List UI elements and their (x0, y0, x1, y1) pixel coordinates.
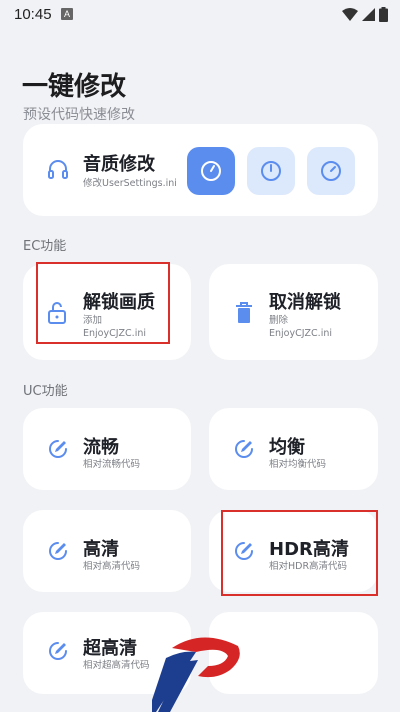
quality-mid-button[interactable] (247, 147, 295, 195)
uc-hdr-desc: 相对HDR高清代码 (269, 561, 348, 572)
signal-icon (362, 8, 375, 21)
cancel-unlock-desc-line1: 删除 (269, 315, 289, 326)
uc-hd-title: 高清 (83, 539, 119, 560)
gauge-icon (201, 161, 221, 181)
uc-smooth-card[interactable]: 流畅 相对流畅代码 (23, 408, 191, 490)
quality-low-button[interactable] (187, 147, 235, 195)
cancel-unlock-card[interactable]: 取消解锁 删除 EnjoyCJZC.ini (209, 264, 378, 360)
uc-ultra-hd-desc: 相对超高清代码 (83, 660, 150, 671)
edit-icon (49, 642, 67, 660)
page-title: 一键修改 (22, 72, 127, 102)
wifi-icon (342, 8, 358, 21)
edit-icon (49, 542, 67, 560)
notification-a-icon: A (61, 8, 73, 20)
unlock-quality-title: 解锁画质 (83, 292, 155, 313)
unlock-quality-card[interactable]: 解锁画质 添加 EnjoyCJZC.ini (23, 264, 191, 360)
page-subtitle: 预设代码快速修改 (23, 107, 135, 123)
padlock-icon (48, 302, 66, 324)
uc-balanced-title: 均衡 (269, 437, 305, 458)
status-bar: 10:45 A (0, 0, 400, 30)
uc-smooth-desc: 相对流畅代码 (83, 459, 141, 470)
sound-quality-desc: 修改UserSettings.ini (83, 178, 177, 189)
section-label-ec: EC功能 (23, 239, 67, 254)
uc-hdr-card[interactable]: HDR高清 相对HDR高清代码 (209, 510, 378, 592)
section-label-uc: UC功能 (23, 384, 68, 399)
unlock-quality-desc-line2: EnjoyCJZC.ini (83, 328, 146, 339)
quality-high-button[interactable] (307, 147, 355, 195)
headphones-icon (48, 160, 68, 179)
edit-icon (235, 440, 253, 458)
unlock-quality-desc-line1: 添加 (83, 315, 103, 326)
cancel-unlock-desc-line2: EnjoyCJZC.ini (269, 328, 332, 339)
edit-icon (49, 440, 67, 458)
uc-hd-card[interactable]: 高清 相对高清代码 (23, 510, 191, 592)
edit-icon (235, 542, 253, 560)
gauge-icon (261, 161, 281, 181)
watermark-logo (152, 637, 240, 712)
uc-smooth-title: 流畅 (83, 437, 119, 458)
uc-ultra-hd-title: 超高清 (83, 638, 137, 659)
gauge-icon (321, 161, 341, 181)
uc-balanced-card[interactable]: 均衡 相对均衡代码 (209, 408, 378, 490)
uc-balanced-desc: 相对均衡代码 (269, 459, 327, 470)
cancel-unlock-title: 取消解锁 (269, 292, 341, 313)
uc-hdr-title: HDR高清 (269, 539, 349, 560)
sound-quality-title: 音质修改 (83, 154, 155, 175)
battery-icon (379, 7, 388, 22)
status-time: 10:45 (14, 6, 52, 23)
trash-icon (236, 302, 252, 323)
uc-hd-desc: 相对高清代码 (83, 561, 141, 572)
